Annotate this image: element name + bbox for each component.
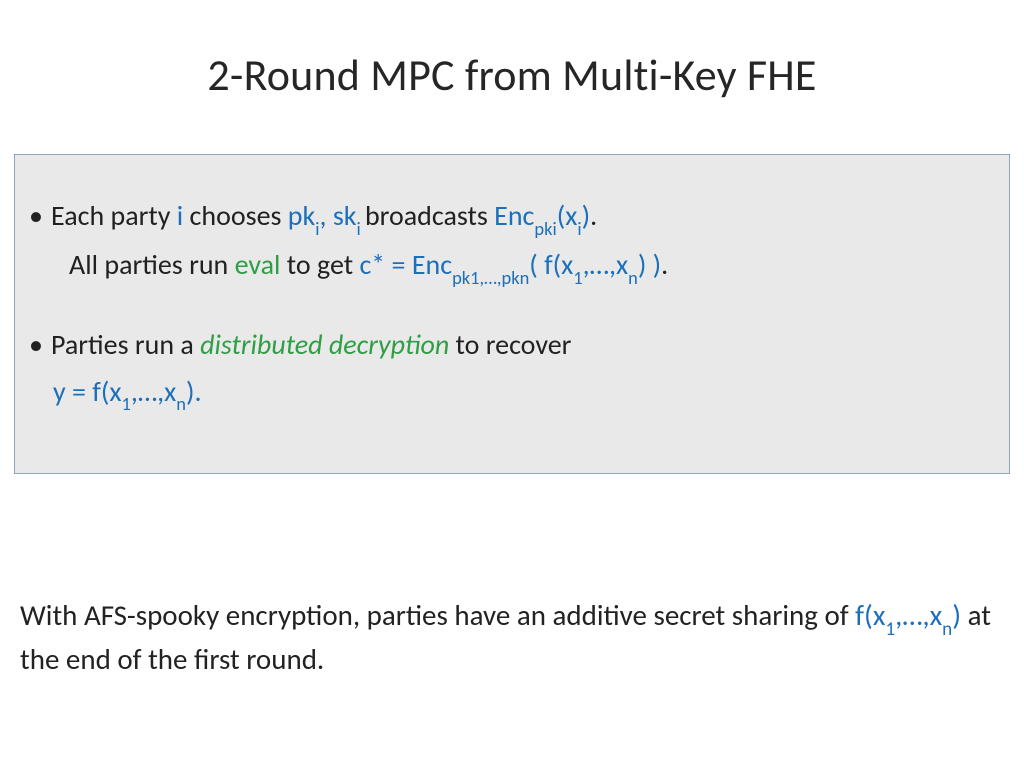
t: (x: [557, 198, 578, 233]
sub: n: [176, 392, 186, 415]
t: Each party: [51, 198, 177, 233]
sk: sk: [333, 198, 357, 233]
cstar: c* = Enc: [359, 247, 452, 282]
bullet-2-text: Parties run a distributed decryption to …: [51, 324, 999, 366]
sub: 1: [121, 392, 130, 415]
t: chooses: [183, 198, 288, 233]
footer-text: With AFS-spooky encryption, parties have…: [20, 596, 1004, 679]
sub: pk1,…,pkn: [452, 266, 529, 289]
y-eq: y = f(x: [53, 374, 121, 409]
f-expr: f(x: [855, 597, 885, 633]
bullet-1-continuation: All parties run eval to get c* = Encpk1,…: [69, 243, 999, 289]
bullet-2-continuation: y = f(x1,…,xn).: [53, 370, 999, 416]
bullet-1: • Each party i chooses pki, ski broadcas…: [25, 195, 999, 239]
t: ): [952, 597, 961, 633]
bullet-dot-icon: •: [25, 195, 51, 239]
bullet-1-text: Each party i chooses pki, ski broadcasts…: [51, 195, 999, 239]
sub: i: [357, 217, 365, 240]
t: ,…,x: [583, 247, 628, 282]
pk: pk: [288, 198, 315, 233]
sub: 1: [573, 266, 582, 289]
sub: i: [315, 217, 319, 240]
enc: Enc: [494, 198, 534, 233]
t: .: [661, 247, 668, 282]
t: to get: [280, 247, 359, 282]
sub: 1: [885, 618, 895, 641]
t: broadcasts: [365, 198, 494, 233]
sub: n: [628, 266, 638, 289]
slide-title: 2-Round MPC from Multi-Key FHE: [0, 0, 1024, 102]
sub: n: [942, 618, 952, 641]
t: ,…,x: [131, 374, 176, 409]
dist-decrypt: distributed decryption: [200, 327, 449, 362]
slide: 2-Round MPC from Multi-Key FHE • Each pa…: [0, 0, 1024, 768]
t: ): [582, 198, 591, 233]
t: ,…,x: [895, 597, 942, 633]
eval: eval: [235, 247, 281, 282]
t: ) ): [638, 247, 661, 282]
t: .: [590, 198, 597, 233]
sub: i: [577, 217, 581, 240]
t: ,: [320, 198, 333, 233]
t: With AFS-spooky encryption, parties have…: [20, 597, 855, 633]
bullet-2: • Parties run a distributed decryption t…: [25, 324, 999, 366]
t: ( f(x: [529, 247, 573, 282]
content-box: • Each party i chooses pki, ski broadcas…: [14, 154, 1010, 474]
t: ).: [186, 374, 202, 409]
t: to recover: [449, 327, 571, 362]
t: Parties run a: [51, 327, 200, 362]
t: All parties run: [69, 247, 235, 282]
bullet-dot-icon: •: [25, 324, 51, 366]
sub: pki: [534, 217, 556, 240]
